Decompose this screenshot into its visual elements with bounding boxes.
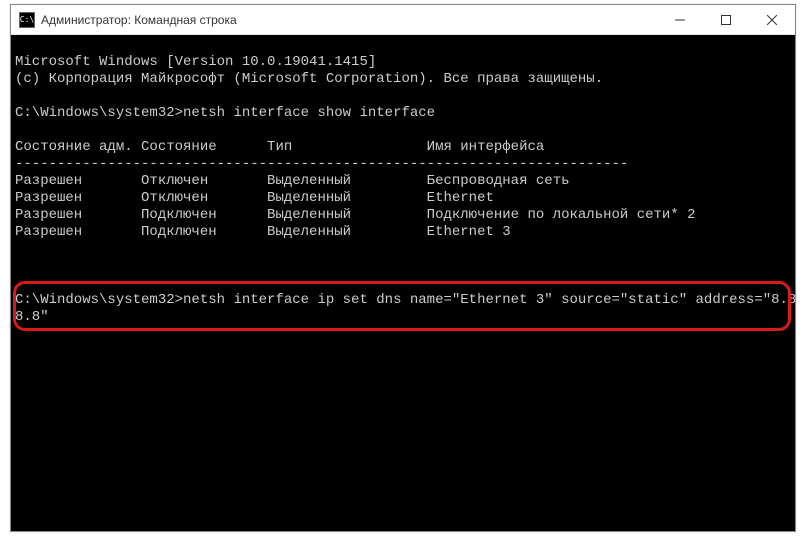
close-button[interactable] xyxy=(749,5,795,34)
prompt-cmd-cont: 8.8" xyxy=(15,309,49,325)
table-row: Разрешен Отключен Выделенный Беспроводна… xyxy=(15,173,570,189)
prompt-path: C:\Windows\system32> xyxy=(15,105,183,121)
app-icon-text: C:\ xyxy=(20,16,34,24)
prompt-line-2b: 8.8" xyxy=(15,309,49,325)
command-prompt-window: C:\ Администратор: Командная строка Micr… xyxy=(10,4,796,532)
maximize-button[interactable] xyxy=(703,5,749,34)
blank xyxy=(15,122,23,138)
table-rows: Разрешен Отключен Выделенный Беспроводна… xyxy=(15,173,791,241)
table-separator: ----------------------------------------… xyxy=(15,156,628,172)
prompt-cmd: netsh interface ip set dns name="Etherne… xyxy=(183,292,795,308)
app-icon: C:\ xyxy=(19,12,35,28)
blank xyxy=(15,258,23,274)
banner-line-1: Microsoft Windows [Version 10.0.19041.14… xyxy=(15,54,376,70)
prompt-line-2a: C:\Windows\system32>netsh interface ip s… xyxy=(15,292,795,308)
blank xyxy=(15,275,23,291)
terminal-area[interactable]: Microsoft Windows [Version 10.0.19041.14… xyxy=(11,35,795,531)
prompt-cmd: netsh interface show interface xyxy=(183,105,435,121)
banner-line-2: (c) Корпорация Майкрософт (Microsoft Cor… xyxy=(15,71,603,87)
prompt-path: C:\Windows\system32> xyxy=(15,292,183,308)
prompt-line-1: C:\Windows\system32>netsh interface show… xyxy=(15,105,435,121)
window-title: Администратор: Командная строка xyxy=(41,13,657,27)
table-header: Состояние адм. Состояние Тип Имя интерфе… xyxy=(15,139,544,155)
minimize-button[interactable] xyxy=(657,5,703,34)
window-buttons xyxy=(657,5,795,34)
titlebar: C:\ Администратор: Командная строка xyxy=(11,5,795,35)
table-row: Разрешен Отключен Выделенный Ethernet xyxy=(15,190,494,206)
table-row: Разрешен Подключен Выделенный Подключени… xyxy=(15,207,696,223)
table-row: Разрешен Подключен Выделенный Ethernet 3 xyxy=(15,224,511,240)
blank xyxy=(15,88,23,104)
